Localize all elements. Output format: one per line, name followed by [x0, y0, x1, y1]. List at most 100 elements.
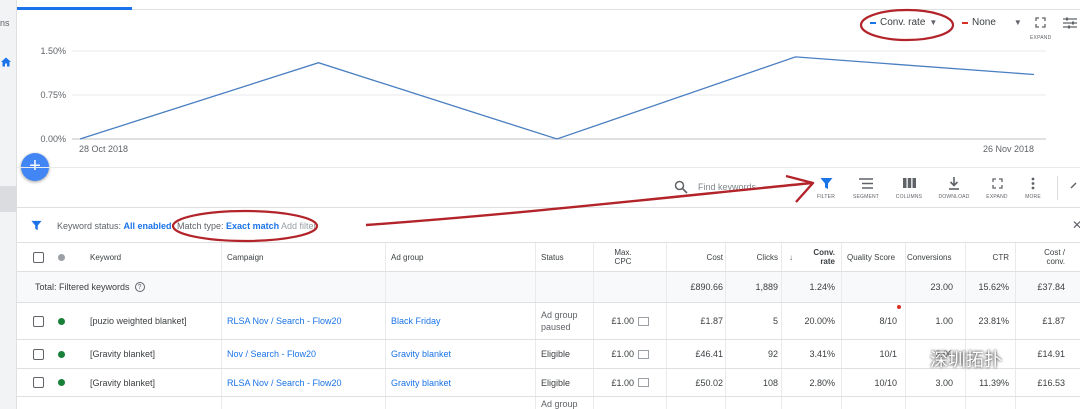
- cell-cost-per-conv: £16.53: [1037, 377, 1065, 388]
- row-checkbox[interactable]: [33, 348, 44, 360]
- bid-chart-icon[interactable]: [638, 349, 649, 359]
- bid-chart-icon[interactable]: [638, 378, 649, 387]
- cell-clicks: 5: [772, 316, 778, 326]
- cell-ad-group-link[interactable]: Black Friday: [391, 303, 531, 339]
- x-axis-start-label: 28 Oct 2018: [79, 144, 128, 154]
- performance-chart: 1.50% 0.75% 0.00% 28 Oct 2018 26 Nov 2018: [40, 46, 1046, 154]
- row-checkbox[interactable]: [33, 315, 44, 327]
- expand-icon: [991, 177, 1003, 189]
- cell-max-cpc[interactable]: £1.00: [595, 369, 649, 396]
- section-divider: [17, 167, 1080, 168]
- cell-conv-rate: 3.41%: [809, 349, 835, 359]
- filter-chip-label: Keyword status:: [57, 221, 122, 231]
- cell-conversions: 3.00: [935, 377, 953, 388]
- cell-campaign-link[interactable]: RLSA Nov / Search - Flow20: [227, 303, 387, 339]
- cell-keyword[interactable]: [Gravity blanket]: [90, 369, 220, 396]
- header-cost[interactable]: Cost: [667, 243, 723, 271]
- filter-icon: [820, 177, 832, 189]
- cell-quality-score: 10/1: [879, 349, 897, 359]
- download-label: DOWNLOAD: [938, 194, 970, 200]
- select-all-checkbox[interactable]: [33, 251, 44, 263]
- header-clicks[interactable]: Clicks: [727, 243, 778, 271]
- filter-icon: [31, 220, 42, 231]
- cell-clicks: 108: [762, 377, 778, 388]
- cell-conversions: 1.00: [935, 316, 953, 326]
- header-conv-rate-line1: Conv.: [813, 248, 835, 257]
- cell-status: Ad group paused: [541, 303, 591, 339]
- header-cost-per-conv[interactable]: Cost / conv.: [1017, 243, 1065, 271]
- cell-status: Eligible: [541, 349, 571, 359]
- filter-button[interactable]: FILTER: [810, 176, 842, 200]
- cell-clicks: 92: [767, 349, 778, 359]
- cell-max-cpc[interactable]: £1.00: [595, 340, 649, 368]
- header-ad-group[interactable]: Ad group: [391, 243, 531, 271]
- table-total-row: Total: Filtered keywords ? £890.66 1,889…: [17, 272, 1080, 303]
- cell-keyword[interactable]: [Gravity blanket]: [90, 340, 220, 368]
- table-row[interactable]: [puzio weighted blanket] RLSA Nov / Sear…: [17, 303, 1080, 340]
- header-max-cpc[interactable]: Max. CPC: [595, 243, 651, 271]
- cell-max-cpc[interactable]: £1.00: [595, 303, 649, 339]
- cell-conv-rate: 20.00%: [804, 316, 835, 326]
- cell-keyword[interactable]: [puzio weighted blanket]: [90, 303, 220, 339]
- header-status[interactable]: Status: [541, 243, 591, 271]
- table-row[interactable]: [Gravity blanket] RLSA Nov / Search - Fl…: [17, 369, 1080, 397]
- table-header-row: Keyword Campaign Ad group Status Max. CP…: [17, 243, 1080, 272]
- header-cost-conv-line1: Cost /: [1044, 248, 1065, 257]
- columns-button[interactable]: COLUMNS: [893, 176, 925, 200]
- cell-quality-score: 8/10: [879, 316, 897, 326]
- download-icon: [949, 176, 959, 190]
- cell-campaign-link[interactable]: RLSA Nov / Search - Flow20: [227, 369, 387, 396]
- more-button[interactable]: MORE: [1017, 176, 1049, 200]
- download-button[interactable]: DOWNLOAD: [938, 176, 970, 200]
- filter-chip-keyword-status[interactable]: Keyword status: All enabled: [57, 221, 172, 231]
- cell-campaign-link[interactable]: Nov / Search - Flow20: [227, 340, 387, 368]
- cell-ad-group-link[interactable]: Gravity blanket: [391, 340, 531, 368]
- cell-ctr: 11.39%: [979, 377, 1009, 388]
- header-max-cpc-line2: CPC: [614, 257, 632, 266]
- header-max-cpc-line1: Max.: [614, 248, 632, 257]
- cell-cost: £46.41: [695, 349, 723, 359]
- watermark: 深圳拓扑: [906, 346, 1002, 372]
- cell-max-cpc-value: £1.00: [611, 316, 634, 326]
- cell-cost: £50.02: [695, 377, 723, 388]
- row-checkbox[interactable]: [33, 377, 44, 388]
- toolbar-divider: [1057, 176, 1058, 200]
- header-ctr[interactable]: CTR: [967, 243, 1009, 271]
- header-conversions[interactable]: Conversions: [907, 243, 967, 271]
- header-conv-rate-line2: rate: [820, 257, 835, 266]
- bid-chart-icon[interactable]: [638, 316, 649, 326]
- close-icon[interactable]: ✕: [1072, 218, 1080, 232]
- expand-table-button[interactable]: EXPAND: [981, 176, 1013, 200]
- segment-icon: [859, 177, 873, 189]
- filter-bar: Keyword status: All enabled Match type: …: [17, 207, 1080, 243]
- help-icon[interactable]: ?: [134, 282, 145, 292]
- expand-table-label: EXPAND: [986, 194, 1008, 200]
- table-row-partial[interactable]: Ad group: [17, 397, 1080, 409]
- header-quality-score[interactable]: Quality Score: [847, 243, 907, 271]
- cell-cost-per-conv: £14.91: [1037, 349, 1065, 359]
- sort-arrow-down-icon[interactable]: ↓: [789, 243, 799, 271]
- total-conversions: 23.00: [930, 282, 953, 292]
- header-campaign[interactable]: Campaign: [227, 243, 387, 271]
- nav-item-selected[interactable]: [0, 186, 17, 212]
- status-dot-header: [58, 253, 65, 261]
- filter-chip-match-type[interactable]: Match type: Exact match: [177, 221, 279, 231]
- search-input[interactable]: Find keywords: [698, 182, 756, 192]
- cell-status-line2: paused: [541, 322, 571, 332]
- y-axis-tick-label: 0.00%: [40, 134, 66, 144]
- total-label-text: Total: Filtered keywords: [35, 282, 130, 292]
- header-keyword[interactable]: Keyword: [90, 243, 220, 271]
- segment-button[interactable]: SEGMENT: [850, 176, 882, 200]
- keyword-search[interactable]: Find keywords: [674, 180, 756, 194]
- cell-ad-group-link[interactable]: Gravity blanket: [391, 369, 531, 396]
- filter-chip-label: Match type:: [177, 221, 224, 231]
- total-cost: £890.66: [690, 282, 723, 292]
- collapse-arrow-icon[interactable]: [1070, 180, 1080, 190]
- cell-status: Ad group: [541, 399, 578, 409]
- header-conv-rate[interactable]: Conv. rate: [803, 243, 835, 271]
- chart-series-line: [79, 56, 1035, 140]
- more-label: MORE: [1025, 194, 1041, 200]
- wechat-icon: [906, 350, 926, 367]
- filter-chip-value: Exact match: [226, 221, 280, 231]
- add-filter-link[interactable]: Add filter: [281, 221, 317, 231]
